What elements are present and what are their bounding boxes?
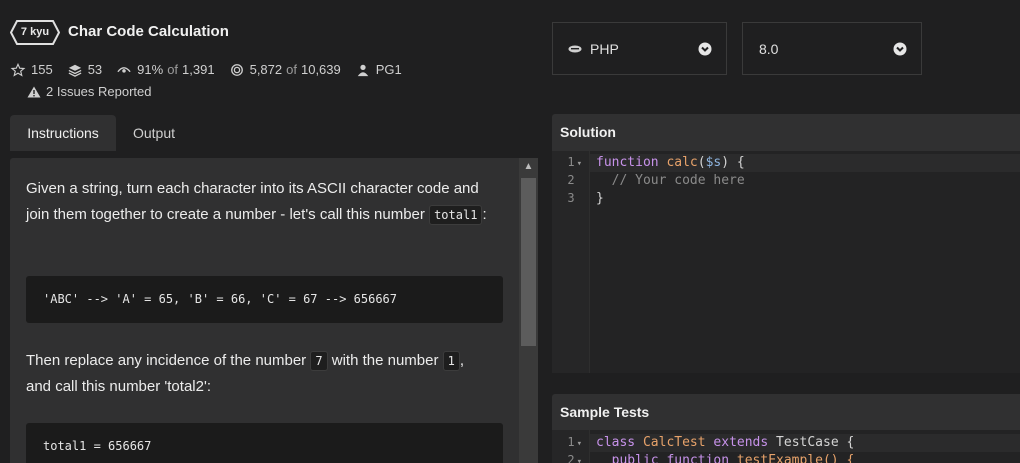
- line-gutter: 1 ▾ 2 ▾: [552, 430, 590, 463]
- scrollbar-thumb[interactable]: [521, 178, 536, 346]
- author-stat[interactable]: PG1: [355, 62, 402, 77]
- rank-label: 7 kyu: [20, 26, 50, 38]
- version-select[interactable]: 8.0: [742, 22, 922, 75]
- issues-label: 2 Issues Reported: [46, 84, 152, 99]
- language-value: PHP: [590, 41, 619, 57]
- paragraph-text: Given a string, turn each character into…: [26, 180, 479, 223]
- chevron-down-icon: [698, 42, 712, 56]
- solution-editor[interactable]: 1▾ 2▾ 3▾ function calc($s) { // Your cod…: [552, 151, 1020, 373]
- version-value: 8.0: [759, 41, 779, 57]
- star-icon: [10, 62, 26, 77]
- user-icon: [357, 64, 368, 76]
- completions-stat: 5,872 of 10,639: [229, 62, 341, 77]
- inline-code-total1: total1: [429, 205, 483, 226]
- paragraph-punct: :: [482, 206, 487, 223]
- line-number: 1 ▾: [567, 435, 582, 449]
- php-logo-icon: [568, 45, 582, 53]
- code-line: class CalcTest extends TestCase {: [596, 435, 855, 450]
- sample-tests-editor[interactable]: 1 ▾ 2 ▾ class CalcTest extends TestCase { …: [552, 430, 1020, 463]
- kata-stats: 155 53 91% of 1,391 5,872 of 10,639 PG1: [10, 62, 416, 77]
- stars-count: 155: [31, 62, 53, 77]
- code-example-block-2: total1 = 656667: [26, 423, 503, 463]
- solution-title: Solution: [560, 124, 616, 140]
- paragraph-text: and call this number 'total2':: [26, 378, 211, 395]
- language-select[interactable]: PHP: [552, 22, 727, 75]
- scroll-up-icon[interactable]: ▲: [519, 158, 538, 176]
- kata-title[interactable]: Char Code Calculation: [68, 23, 229, 40]
- paragraph-text: Then replace any incidence of the number: [26, 352, 307, 369]
- line-number: 2▾: [567, 453, 582, 463]
- code-line: public function testExample() {: [611, 453, 855, 463]
- code-line: function calc($s) {: [596, 155, 745, 170]
- completions-total: 10,639: [300, 62, 341, 77]
- inline-code-1: 1: [442, 351, 460, 372]
- code-line: }: [596, 191, 604, 206]
- chevron-down-icon: [893, 42, 907, 56]
- instructions-paragraph-1: Given a string, turn each character into…: [26, 176, 506, 228]
- sample-tests-title: Sample Tests: [560, 404, 650, 420]
- satisfaction-value: 91%: [137, 62, 164, 77]
- solution-header: Solution: [552, 114, 1020, 151]
- collections-count: 53: [87, 62, 103, 77]
- line-number: 1 ▾: [567, 155, 582, 169]
- layers-icon: [68, 64, 82, 77]
- line-gutter: 1▾ 2▾ 3▾: [552, 151, 590, 373]
- instructions-panel: Given a string, turn each character into…: [10, 158, 538, 463]
- code-example-block: 'ABC' --> 'A' = 65, 'B' = 66, 'C' = 67 -…: [26, 276, 503, 323]
- sample-tests-header: Sample Tests: [552, 394, 1020, 430]
- rank-badge: 7 kyu: [10, 20, 60, 45]
- tab-instructions[interactable]: Instructions: [10, 115, 116, 151]
- satisfaction-total: 1,391: [182, 62, 215, 77]
- completions-of: of: [286, 62, 297, 77]
- line-number: 3▾: [567, 191, 575, 205]
- inline-code-7: 7: [310, 351, 328, 372]
- instructions-paragraph-2: Then replace any incidence of the number…: [26, 348, 506, 400]
- collections-stat[interactable]: 53: [67, 62, 102, 77]
- paragraph-text: with the number: [331, 352, 439, 369]
- satisfaction-of: of: [167, 62, 179, 77]
- author-name: PG1: [375, 62, 402, 77]
- code-line: // Your code here: [611, 173, 745, 188]
- line-number: 2▾: [567, 173, 575, 187]
- target-icon: [230, 63, 243, 76]
- stars-stat[interactable]: 155: [10, 62, 53, 77]
- tab-output[interactable]: Output: [116, 115, 192, 151]
- issues-link[interactable]: 2 Issues Reported: [27, 84, 152, 99]
- paragraph-punct: ,: [459, 352, 465, 369]
- completions-value: 5,872: [249, 62, 283, 77]
- warning-icon: [27, 86, 41, 97]
- satisfaction-stat: 91% of 1,391: [116, 62, 215, 77]
- eye-icon: [117, 66, 131, 73]
